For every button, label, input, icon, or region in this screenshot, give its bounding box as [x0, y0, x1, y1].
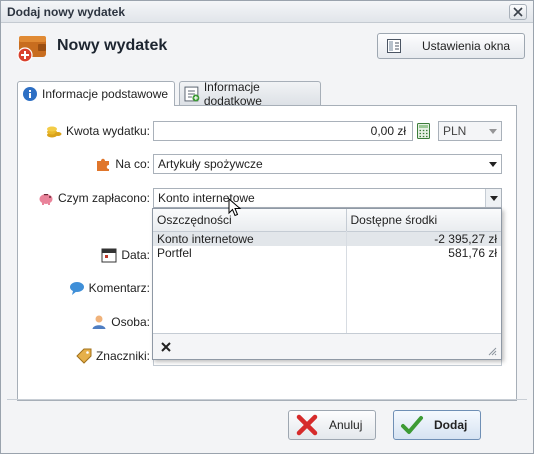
tags-label: Znaczniki: — [95, 349, 150, 363]
cancel-icon — [296, 414, 318, 436]
info-icon — [23, 87, 37, 101]
account-name: Portfel — [157, 245, 192, 260]
title-bar: Dodaj nowy wydatek — [1, 1, 533, 23]
clear-selection-icon[interactable] — [161, 342, 171, 352]
dialog-window: Dodaj nowy wydatek Nowy wydatek Ustawien… — [0, 0, 534, 454]
calendar-icon — [101, 248, 117, 263]
coins-icon — [46, 126, 62, 138]
column-header-available-funds[interactable]: Dostępne środki — [345, 209, 501, 232]
accounts-table: Oszczędności Dostępne środki Konto inter… — [153, 209, 501, 260]
puzzle-icon — [97, 158, 110, 171]
amount-label: Kwota wydatku: — [65, 124, 150, 138]
footer-separator — [7, 399, 527, 400]
tags-label-row: Znaczniki: — [38, 346, 150, 366]
calculator-icon[interactable] — [417, 123, 430, 139]
close-button[interactable] — [509, 4, 527, 20]
account-balance: 581,76 zł — [345, 245, 501, 260]
comment-label: Komentarz: — [88, 281, 150, 295]
cancel-button[interactable]: Anuluj — [288, 410, 376, 440]
chevron-down-icon — [485, 122, 501, 140]
table-row[interactable]: Konto internetowe -2 395,27 zł — [153, 231, 501, 246]
speech-bubble-icon — [69, 282, 84, 295]
resize-grip-icon[interactable] — [487, 346, 497, 356]
page-title: Nowy wydatek — [57, 37, 168, 54]
tab-additional-info[interactable]: Informacje dodatkowe — [179, 79, 321, 108]
add-button[interactable]: Dodaj — [393, 410, 481, 440]
category-value: Artykuły spożywcze — [158, 157, 263, 171]
window-settings-button[interactable]: Ustawienia okna — [377, 33, 525, 59]
wallet-add-icon — [17, 36, 46, 63]
amount-label-row: Kwota wydatku: — [38, 121, 150, 141]
currency-select[interactable]: PLN — [438, 121, 502, 141]
popup-footer — [153, 333, 501, 359]
category-label: Na co: — [115, 157, 150, 171]
form-add-icon — [184, 86, 200, 101]
accounts-dropdown-popup: Oszczędności Dostępne środki Konto inter… — [152, 208, 502, 360]
piggy-bank-icon — [39, 194, 53, 205]
payment-select[interactable]: Konto internetowe — [153, 188, 502, 208]
date-label: Data: — [121, 248, 150, 262]
column-header-savings[interactable]: Oszczędności — [153, 209, 346, 232]
column-divider — [346, 231, 347, 333]
payment-label: Czym zapłacono: — [57, 191, 150, 205]
amount-value: 0,00 zł — [370, 124, 406, 138]
category-select[interactable]: Artykuły spożywcze — [153, 154, 502, 174]
date-label-row: Data: — [38, 245, 150, 265]
tab-additional-info-label: Informacje dodatkowe — [203, 79, 262, 108]
amount-input[interactable]: 0,00 zł — [153, 121, 413, 141]
tab-basic-info[interactable]: Informacje podstawowe — [17, 81, 175, 106]
currency-value: PLN — [443, 124, 467, 138]
checkmark-icon — [401, 416, 423, 434]
account-name: Konto internetowe — [153, 231, 346, 246]
close-icon — [513, 7, 523, 17]
chevron-down-icon — [485, 189, 501, 207]
table-row[interactable]: Portfel 581,76 zł — [153, 245, 501, 260]
tab-basic-info-label: Informacje podstawowe — [42, 87, 169, 101]
category-label-row: Na co: — [38, 154, 150, 174]
mouse-cursor-icon — [228, 198, 242, 217]
person-label: Osoba: — [111, 315, 150, 329]
payment-label-row: Czym zapłacono: — [28, 188, 150, 208]
user-icon — [92, 315, 106, 329]
chevron-down-icon — [485, 155, 501, 173]
add-label: Dodaj — [434, 418, 468, 432]
dialog-header: Nowy wydatek Ustawienia okna — [1, 24, 533, 70]
person-label-row: Osoba: — [38, 312, 150, 332]
window-settings-icon — [387, 39, 401, 53]
account-balance: -2 395,27 zł — [345, 231, 501, 246]
window-title: Dodaj nowy wydatek — [7, 5, 126, 19]
cancel-label: Anuluj — [329, 418, 363, 432]
comment-label-row: Komentarz: — [38, 278, 150, 298]
tag-icon — [76, 348, 92, 364]
window-settings-label: Ustawienia okna — [422, 39, 511, 53]
